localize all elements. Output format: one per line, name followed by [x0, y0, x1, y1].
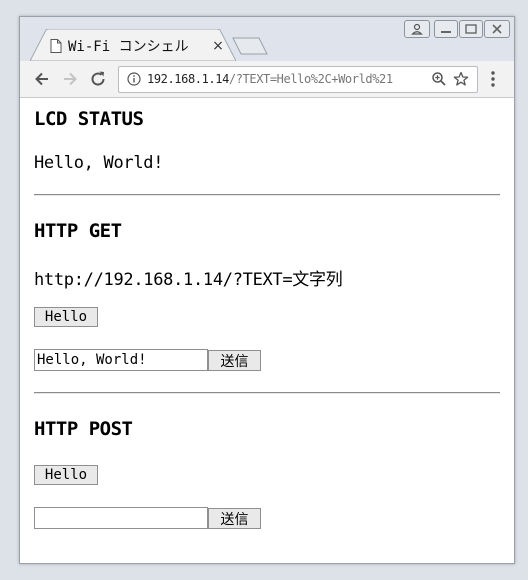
bookmark-star-icon[interactable] [453, 71, 469, 87]
zoom-icon[interactable] [431, 71, 447, 87]
url-host: 192.168.1.14 [147, 72, 229, 86]
title-bar: Wi-Fi コンシェル × [20, 17, 514, 61]
forward-arrow-icon[interactable] [60, 69, 80, 89]
minimize-button[interactable] [434, 20, 458, 38]
profile-button[interactable] [404, 20, 430, 38]
close-button[interactable] [484, 20, 510, 38]
tab-close-icon[interactable]: × [210, 38, 226, 54]
browser-toolbar: 192.168.1.14/?TEXT=Hello%2C+World%21 [20, 61, 514, 98]
page-content: LCD STATUS Hello, World! HTTP GET http:/… [20, 98, 514, 563]
close-icon [492, 24, 502, 34]
url-text[interactable]: 192.168.1.14/?TEXT=Hello%2C+World%21 [147, 72, 393, 86]
back-arrow-icon[interactable] [32, 69, 52, 89]
lcd-status-heading: LCD STATUS [34, 108, 144, 130]
lcd-status-value: Hello, World! [34, 153, 164, 173]
tab-title: Wi-Fi コンシェル [68, 39, 189, 55]
get-hello-button[interactable]: Hello [34, 307, 98, 327]
minimize-icon [441, 31, 451, 33]
person-icon [411, 23, 423, 35]
info-icon[interactable] [127, 72, 141, 86]
post-text-input[interactable] [34, 507, 208, 529]
reload-icon[interactable] [88, 69, 108, 89]
http-post-heading: HTTP POST [34, 418, 133, 440]
maximize-button[interactable] [459, 20, 483, 38]
url-path: /?TEXT=Hello%2C+World%21 [228, 72, 393, 86]
get-text-input[interactable]: Hello, World! [34, 349, 208, 371]
maximize-icon [465, 24, 477, 34]
post-hello-button[interactable]: Hello [34, 465, 98, 485]
page-icon [50, 39, 62, 53]
divider [34, 194, 500, 196]
http-get-example: http://192.168.1.14/?TEXT=文字列 [34, 270, 343, 290]
post-send-button[interactable]: 送信 [208, 508, 261, 529]
http-get-heading: HTTP GET [34, 220, 122, 242]
menu-icon[interactable] [490, 70, 496, 88]
tab-content: Wi-Fi コンシェル × [50, 35, 226, 57]
get-send-button[interactable]: 送信 [208, 350, 261, 371]
address-bar[interactable]: 192.168.1.14/?TEXT=Hello%2C+World%21 [118, 66, 478, 93]
divider [34, 392, 500, 394]
new-tab-button[interactable] [232, 37, 268, 55]
browser-window: Wi-Fi コンシェル × 192.168.1.14/?TEXT=Hello%2… [19, 16, 515, 564]
